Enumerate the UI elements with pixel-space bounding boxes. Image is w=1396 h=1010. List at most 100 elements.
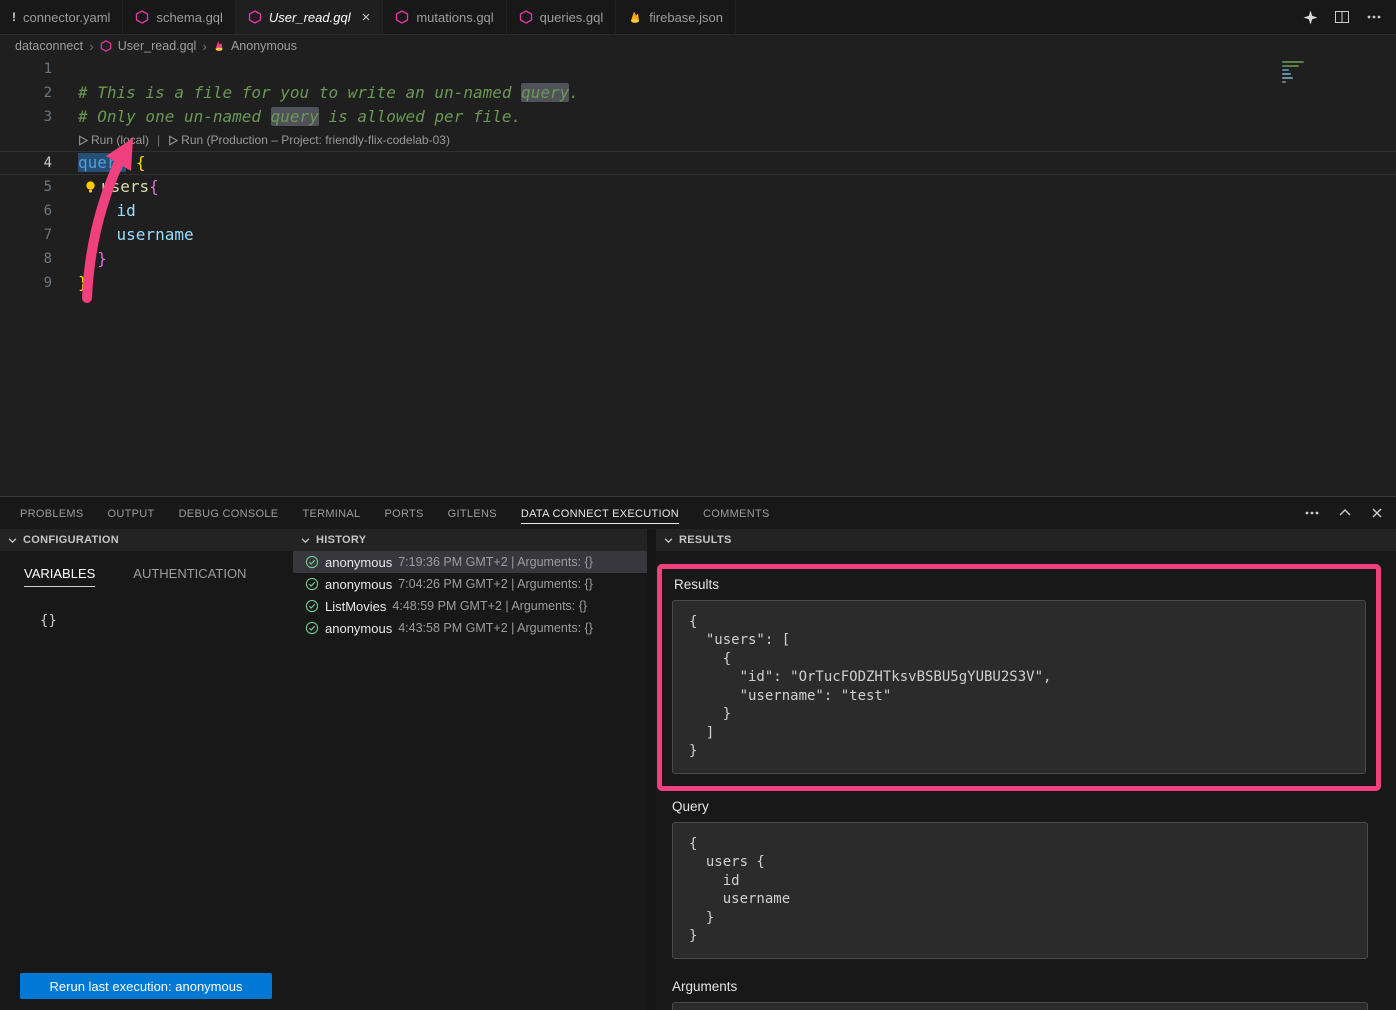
line-number: 7 — [0, 223, 62, 247]
close-icon[interactable]: × — [362, 10, 371, 25]
panel-more-actions-icon[interactable] — [1304, 505, 1320, 521]
tab-label: queries.gql — [540, 10, 604, 25]
query-text: { users { id username } } — [672, 822, 1368, 959]
panel-body: CONFIGURATION VARIABLES AUTHENTICATION {… — [0, 529, 1396, 1010]
panel-tab-debug-console[interactable]: DEBUG CONSOLE — [179, 498, 279, 529]
line-number: 1 — [0, 57, 62, 81]
variables-value[interactable]: {} — [40, 613, 293, 629]
graphql-icon — [100, 40, 112, 52]
annotation-highlight-box: Results { "users": [ { "id": "OrTucFODZH… — [657, 564, 1381, 791]
close-brace: } — [62, 271, 88, 295]
editor-tab-bar: ! connector.yaml schema.gql User_read.gq… — [0, 0, 1396, 35]
configuration-title: CONFIGURATION — [23, 534, 119, 546]
tab-variables[interactable]: VARIABLES — [24, 566, 95, 587]
codelens-separator: | — [155, 129, 162, 151]
tab-label: connector.yaml — [23, 10, 110, 25]
history-item-meta: 7:04:26 PM GMT+2 | Arguments: {} — [398, 577, 593, 591]
open-brace: { — [136, 153, 146, 172]
line-number: 9 — [0, 271, 62, 295]
panel-tab-terminal[interactable]: TERMINAL — [302, 498, 360, 529]
panel-tab-output[interactable]: OUTPUT — [108, 498, 155, 529]
tab-queries-gql[interactable]: queries.gql — [507, 0, 617, 34]
code-line-5[interactable]: 5 users{ — [0, 175, 1396, 199]
code-line-8[interactable]: 8 } — [0, 247, 1396, 271]
play-icon — [168, 135, 178, 146]
comment-text: # Only one un-named — [78, 107, 271, 126]
code-line-1[interactable]: 1 — [0, 57, 1396, 81]
tab-label: schema.gql — [156, 10, 222, 25]
graphql-icon — [519, 10, 533, 24]
history-title: HISTORY — [316, 534, 366, 546]
check-circle-icon — [305, 599, 319, 613]
history-item[interactable]: anonymous 7:19:36 PM GMT+2 | Arguments: … — [293, 551, 647, 573]
line-number: 8 — [0, 247, 62, 271]
codelens-label: Run (local) — [91, 129, 149, 151]
codelens-row: Run (local) | Run (Production – Project:… — [0, 129, 1396, 151]
tab-mutations-gql[interactable]: mutations.gql — [383, 0, 506, 34]
code-text: users{ — [62, 175, 159, 199]
history-item-meta: 4:48:59 PM GMT+2 | Arguments: {} — [392, 599, 587, 613]
panel-tab-gitlens[interactable]: GITLENS — [448, 498, 497, 529]
arguments-text: {} — [672, 1002, 1368, 1010]
field-users: users — [101, 177, 149, 196]
panel-tab-bar: PROBLEMS OUTPUT DEBUG CONSOLE TERMINAL P… — [0, 497, 1396, 529]
codelens-run-local[interactable]: Run (local) — [78, 129, 149, 151]
scrollbar[interactable] — [647, 529, 656, 1010]
configuration-tabs: VARIABLES AUTHENTICATION — [24, 566, 293, 587]
arguments-label: Arguments — [672, 979, 1396, 994]
more-actions-icon[interactable] — [1366, 9, 1382, 25]
line-number: 3 — [0, 105, 62, 129]
configuration-header[interactable]: CONFIGURATION — [0, 529, 293, 551]
highlighted-word: query — [521, 83, 569, 102]
history-header[interactable]: HISTORY — [293, 529, 647, 551]
panel-close-icon[interactable] — [1370, 506, 1384, 520]
code-line-4[interactable]: 4 query { — [0, 151, 1396, 175]
codelens-run-production[interactable]: Run (Production – Project: friendly-flix… — [168, 129, 450, 151]
rerun-button[interactable]: Rerun last execution: anonymous — [20, 973, 272, 999]
lightbulb-icon[interactable] — [84, 177, 97, 201]
results-header[interactable]: RESULTS — [656, 529, 1396, 551]
code-line-2[interactable]: 2 # This is a file for you to write an u… — [0, 81, 1396, 105]
split-editor-icon[interactable] — [1334, 9, 1350, 25]
tab-authentication[interactable]: AUTHENTICATION — [133, 566, 246, 587]
panel-tab-comments[interactable]: COMMENTS — [703, 498, 770, 529]
copilot-sparkle-icon[interactable] — [1303, 10, 1318, 25]
tab-label: User_read.gql — [269, 10, 351, 25]
field-username: username — [62, 223, 194, 247]
tab-schema-gql[interactable]: schema.gql — [123, 0, 235, 34]
chevron-down-icon — [301, 536, 310, 545]
graphql-icon — [395, 10, 409, 24]
editor-actions — [1303, 0, 1396, 34]
panel-tab-problems[interactable]: PROBLEMS — [20, 498, 84, 529]
panel-maximize-icon[interactable] — [1338, 506, 1352, 520]
code-line-3[interactable]: 3 # Only one un-named query is allowed p… — [0, 105, 1396, 129]
history-item[interactable]: ListMovies 4:48:59 PM GMT+2 | Arguments:… — [293, 595, 647, 617]
code-line-6[interactable]: 6 id — [0, 199, 1396, 223]
code-line-7[interactable]: 7 username — [0, 223, 1396, 247]
close-brace: } — [62, 247, 107, 271]
history-item[interactable]: anonymous 7:04:26 PM GMT+2 | Arguments: … — [293, 573, 647, 595]
history-item-name: anonymous — [325, 621, 392, 636]
panel-tab-data-connect-execution[interactable]: DATA CONNECT EXECUTION — [521, 498, 679, 529]
code-editor[interactable]: 1 2 # This is a file for you to write an… — [0, 57, 1396, 496]
panel-tab-ports[interactable]: PORTS — [384, 498, 423, 529]
tab-connector-yaml[interactable]: ! connector.yaml — [0, 0, 123, 34]
chevron-down-icon — [664, 536, 673, 545]
breadcrumb: dataconnect › User_read.gql › Anonymous — [0, 35, 1396, 57]
results-json: { "users": [ { "id": "OrTucFODZHTksvBSBU… — [672, 600, 1366, 774]
results-label: Results — [674, 577, 1366, 592]
results-title: RESULTS — [679, 534, 732, 546]
open-brace: { — [149, 177, 159, 196]
tab-label: mutations.gql — [416, 10, 493, 25]
breadcrumb-item-anonymous[interactable]: Anonymous — [231, 39, 297, 53]
breadcrumb-item-dataconnect[interactable]: dataconnect — [15, 39, 83, 53]
graphql-icon — [248, 10, 262, 24]
tab-firebase-json[interactable]: firebase.json — [616, 0, 736, 34]
code-line-9[interactable]: 9 } — [0, 271, 1396, 295]
minimap[interactable] — [1282, 61, 1312, 101]
tab-user-read-gql[interactable]: User_read.gql × — [236, 0, 383, 34]
history-item[interactable]: anonymous 4:43:58 PM GMT+2 | Arguments: … — [293, 617, 647, 639]
history-section: HISTORY anonymous 7:19:36 PM GMT+2 | Arg… — [293, 529, 647, 1010]
breadcrumb-item-file[interactable]: User_read.gql — [118, 39, 197, 53]
breadcrumb-separator: › — [89, 38, 94, 54]
